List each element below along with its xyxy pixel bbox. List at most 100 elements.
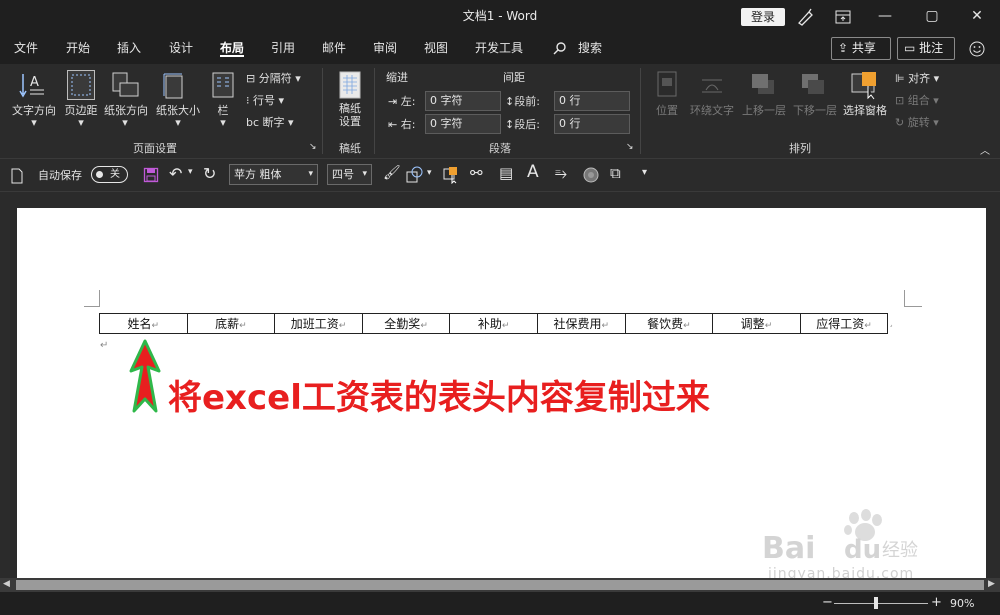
margins-icon: [67, 70, 95, 100]
theme-icon[interactable]: [582, 166, 600, 184]
scroll-right-icon[interactable]: ▶: [988, 579, 995, 589]
tab-review[interactable]: 审阅: [373, 39, 397, 57]
close-button[interactable]: ✕: [954, 0, 1000, 34]
search-label[interactable]: 搜索: [578, 39, 602, 57]
align-button[interactable]: ⊫ 对齐 ▾: [895, 70, 939, 86]
table-cell[interactable]: 调整↵: [712, 313, 801, 334]
selection-tool-icon[interactable]: [442, 166, 460, 185]
hyphenation-button[interactable]: b͏c 断字 ▾: [246, 114, 294, 130]
table-cell[interactable]: 社保费用↵: [536, 313, 626, 334]
minimize-button[interactable]: —: [862, 0, 908, 34]
text-box-icon[interactable]: ▤: [499, 164, 513, 182]
group-separator: [322, 68, 323, 154]
tab-layout[interactable]: 布局: [220, 39, 245, 57]
compare-icon[interactable]: ⧉: [610, 164, 621, 182]
comment-icon: ▭: [904, 41, 920, 55]
tab-references[interactable]: 引用: [271, 39, 295, 57]
page-size-icon: [162, 70, 188, 100]
font-name-select[interactable]: 苹方 粗体 ▾: [229, 164, 318, 185]
scroll-left-icon[interactable]: ◀: [3, 579, 10, 589]
bring-forward-icon: [748, 70, 778, 98]
breaks-button[interactable]: ⊟ 分隔符 ▾: [246, 70, 301, 86]
pen-icon[interactable]: [796, 8, 816, 26]
annotation-arrow-icon: [125, 337, 165, 415]
line-numbers-button[interactable]: ⁝ 行号 ▾: [246, 92, 284, 108]
table-cell[interactable]: 全勤奖↵: [361, 313, 451, 334]
table-cell[interactable]: 姓名↵: [99, 313, 188, 334]
format-painter-icon[interactable]: 🖌: [383, 165, 401, 181]
autosave-label: 自动保存: [38, 169, 82, 182]
indent-right-input[interactable]: 0 字符: [425, 114, 501, 134]
zoom-level[interactable]: 90%: [950, 597, 974, 610]
send-backward-button[interactable]: 下移一层: [789, 102, 841, 118]
restore-button[interactable]: ▢: [909, 0, 955, 34]
bring-forward-button[interactable]: 上移一层: [738, 102, 790, 118]
chevron-down-icon[interactable]: ▾: [117, 116, 133, 129]
chevron-down-icon[interactable]: ▾: [73, 116, 89, 129]
wrap-text-button[interactable]: 环绕文字: [686, 102, 738, 118]
table-cell[interactable]: 应得工资↵: [799, 313, 889, 334]
salary-header-table[interactable]: 姓名↵ 底薪↵ 加班工资↵ 全勤奖↵ 补助↵ 社保费用↵ 餐饮费↵ 调整↵ 应得…: [99, 313, 889, 334]
wrap-layout-icon[interactable]: ⚯: [470, 164, 483, 182]
collapse-ribbon-icon[interactable]: ︿: [980, 142, 990, 157]
indent-left-label: ⇥ 左:: [388, 95, 416, 108]
indent-left-icon: ⇥: [388, 95, 401, 108]
new-document-icon[interactable]: [10, 168, 24, 184]
group-icon: ⊡: [895, 94, 908, 107]
customize-qat-icon[interactable]: ▾: [642, 167, 647, 178]
rotate-button[interactable]: ↻ 旋转 ▾: [895, 114, 939, 130]
annotation-text: 将excel工资表的表头内容复制过来: [168, 378, 710, 418]
share-button[interactable]: ⇪ 共享: [831, 37, 891, 60]
text-effect-icon[interactable]: A: [527, 162, 539, 182]
manuscript-button[interactable]: 稿纸 设置: [334, 102, 366, 128]
tab-developer[interactable]: 开发工具: [475, 39, 523, 57]
text-wrap-icon[interactable]: ⥱: [555, 164, 567, 182]
zoom-out-button[interactable]: −: [822, 595, 833, 610]
selection-pane-button[interactable]: 选择窗格: [840, 102, 890, 118]
ribbon-display-icon[interactable]: [834, 9, 852, 25]
chevron-down-icon[interactable]: ▾: [26, 116, 42, 129]
tab-view[interactable]: 视图: [424, 39, 448, 57]
comment-button[interactable]: ▭ 批注: [897, 37, 955, 60]
shapes-icon[interactable]: [405, 166, 425, 184]
space-before-input[interactable]: 0 行: [554, 91, 630, 111]
svg-text:经验: 经验: [882, 540, 918, 561]
tab-file[interactable]: 文件: [14, 39, 38, 57]
zoom-slider-thumb[interactable]: [873, 597, 878, 609]
chevron-down-icon[interactable]: ▾: [215, 116, 231, 129]
indent-left-input[interactable]: 0 字符: [425, 91, 501, 111]
save-icon[interactable]: [143, 167, 159, 183]
zoom-in-button[interactable]: +: [931, 595, 942, 610]
scrollbar-thumb[interactable]: [16, 580, 984, 590]
tab-mailings[interactable]: 邮件: [322, 39, 346, 57]
zoom-slider[interactable]: [834, 603, 928, 604]
chevron-down-icon[interactable]: ▾: [170, 116, 186, 129]
table-cell[interactable]: 补助↵: [449, 313, 538, 334]
group-button[interactable]: ⊡ 组合 ▾: [895, 92, 939, 108]
page-margin-corner: [84, 306, 100, 307]
tab-design[interactable]: 设计: [169, 39, 193, 57]
undo-icon[interactable]: ↶: [169, 164, 182, 183]
comment-label: 批注: [919, 41, 944, 55]
manuscript-icon: [338, 70, 362, 100]
dialog-launcher-icon[interactable]: ↘: [309, 142, 317, 152]
table-cell[interactable]: 餐饮费↵: [624, 313, 714, 334]
dialog-launcher-icon[interactable]: ↘: [626, 142, 634, 152]
autosave-toggle[interactable]: 关: [91, 166, 128, 183]
text-direction-icon: A: [18, 70, 48, 100]
shapes-dropdown-icon[interactable]: ▾: [427, 168, 432, 178]
tab-insert[interactable]: 插入: [117, 39, 141, 57]
space-after-input[interactable]: 0 行: [554, 114, 630, 134]
undo-dropdown-icon[interactable]: ▾: [188, 167, 193, 177]
group-separator: [640, 68, 641, 154]
position-button[interactable]: 位置: [650, 102, 684, 118]
tab-home[interactable]: 开始: [66, 39, 90, 57]
redo-icon[interactable]: ↻: [203, 164, 216, 183]
smiley-icon[interactable]: [968, 40, 986, 58]
rotate-icon: ↻: [895, 116, 908, 129]
font-size-select[interactable]: 四号 ▾: [327, 164, 372, 185]
search-icon[interactable]: [553, 40, 567, 55]
table-cell[interactable]: 加班工资↵: [274, 313, 363, 334]
table-cell[interactable]: 底薪↵: [186, 313, 276, 334]
login-button[interactable]: 登录: [741, 8, 785, 26]
